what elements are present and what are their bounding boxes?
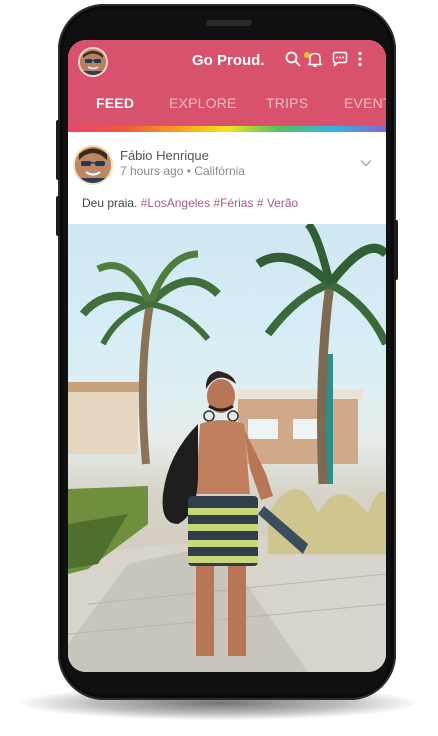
author-avatar[interactable] — [73, 145, 113, 185]
user-avatar[interactable] — [78, 47, 108, 77]
author-face-icon — [75, 147, 111, 183]
meta-separator: • — [186, 164, 191, 178]
notification-badge — [304, 52, 310, 58]
app-title: Go Proud. — [192, 52, 265, 69]
post-author[interactable]: Fábio Henrique — [120, 148, 209, 163]
avatar-face-icon — [80, 49, 106, 75]
post-time: 7 hours ago — [120, 164, 184, 178]
tab-explore[interactable]: EXPLORE — [169, 95, 237, 111]
power-button — [394, 220, 398, 280]
caption-text: Deu praia. — [82, 196, 138, 210]
post-location[interactable]: Califórnia — [194, 164, 245, 178]
side-button — [56, 196, 60, 236]
chevron-down-icon[interactable] — [358, 155, 374, 171]
hashtag[interactable]: #LosAngeles — [141, 196, 210, 210]
app-header: Go Proud. FEED EXPLORE TRIPS EVENTS — [68, 40, 386, 128]
post-caption: Deu praia. #LosAngeles #Férias # Verão — [82, 196, 298, 210]
post-meta: 7 hours ago • Califórnia — [120, 164, 245, 178]
post-photo[interactable] — [68, 224, 386, 672]
more-vert-icon[interactable] — [355, 50, 365, 68]
tab-trips[interactable]: TRIPS — [266, 95, 308, 111]
hashtag[interactable]: # Verão — [257, 196, 298, 210]
search-icon[interactable] — [284, 50, 302, 68]
chat-icon[interactable] — [331, 50, 349, 68]
tab-events[interactable]: EVENTS — [344, 95, 386, 111]
beach-photo-illustration — [68, 224, 386, 672]
tab-feed[interactable]: FEED — [96, 95, 134, 111]
app-screen: Go Proud. FEED EXPLORE TRIPS EVENTS — [68, 40, 386, 672]
hashtag[interactable]: #Férias — [213, 196, 253, 210]
post-card: Fábio Henrique 7 hours ago • Califórnia … — [68, 132, 386, 224]
phone-speaker — [206, 20, 252, 26]
volume-button — [56, 120, 60, 180]
